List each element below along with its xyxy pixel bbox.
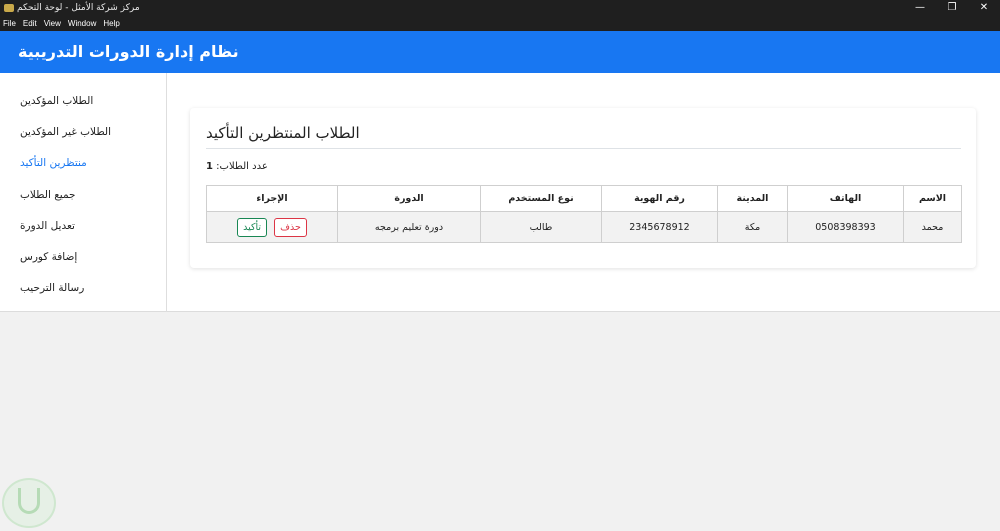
column-header-name: الاسم [903,185,962,212]
menu-bar: File Edit View Window Help [0,16,1000,31]
app-icon [4,4,14,12]
column-header-user-type: نوع المستخدم [480,185,602,212]
column-header-course: الدورة [337,185,481,212]
sidebar-item-add-course[interactable]: إضافة كورس [20,251,77,263]
table-header-row: الإجراء الدورة نوع المستخدم رقم الهوية ا… [206,185,962,212]
sidebar-item-welcome-message[interactable]: رسالة الترحيب [20,282,84,294]
confirm-button[interactable]: تأكيد [237,217,268,237]
minimize-icon[interactable]: — [908,0,932,16]
window-titlebar: مركز شركة الأمثل - لوحة التحكم — ❐ ✕ [0,0,1000,16]
column-header-phone: الهاتف [787,185,904,212]
sidebar-item-confirmed-students[interactable]: الطلاب المؤكدين [20,95,93,107]
cell-id-number: 2345678912 [601,211,718,243]
shield-icon [18,488,40,514]
table-row: تأكيد حذف دورة تعليم برمجه طالب 23456789… [206,211,962,243]
column-header-action: الإجراء [206,185,338,212]
menu-help[interactable]: Help [103,19,119,28]
sidebar-item-unconfirmed-students[interactable]: الطلاب غير المؤكدين [20,126,111,138]
app-header: نظام إدارة الدورات التدريبية [0,31,1000,73]
window-title: مركز شركة الأمثل - لوحة التحكم [17,3,140,13]
sidebar-item-edit-course[interactable]: تعديل الدورة [20,220,75,232]
divider [206,148,961,149]
student-count-label: عدد الطلاب: [216,161,268,172]
student-count-value: 1 [206,161,213,172]
cell-course: دورة تعليم برمجه [337,211,481,243]
sidebar: الطلاب المؤكدين الطلاب غير المؤكدين منتظ… [0,73,167,312]
menu-file[interactable]: File [3,19,16,28]
column-header-city: المدينة [717,185,788,212]
sidebar-item-pending-confirmation[interactable]: منتظرين التأكيد [20,157,87,169]
menu-edit[interactable]: Edit [23,19,37,28]
students-table: الإجراء الدورة نوع المستخدم رقم الهوية ا… [206,185,962,243]
maximize-icon[interactable]: ❐ [940,0,964,16]
cell-phone: 0508398393 [787,211,904,243]
column-header-id-number: رقم الهوية [601,185,718,212]
watermark-logo [2,478,56,528]
content-card: الطلاب المنتظرين التأكيد عدد الطلاب: 1 ا… [190,108,976,268]
close-icon[interactable]: ✕ [972,0,996,16]
main-area: الطلاب المؤكدين الطلاب غير المؤكدين منتظ… [0,73,1000,312]
student-count: عدد الطلاب: 1 [206,161,268,172]
menu-window[interactable]: Window [68,19,96,28]
delete-button[interactable]: حذف [274,217,307,237]
cell-actions: تأكيد حذف [206,211,338,243]
cell-user-type: طالب [480,211,602,243]
cell-name: محمد [903,211,962,243]
menu-view[interactable]: View [44,19,61,28]
page-title: الطلاب المنتظرين التأكيد [206,124,360,142]
app-title: نظام إدارة الدورات التدريبية [18,42,239,61]
sidebar-item-all-students[interactable]: جميع الطلاب [20,189,76,201]
cell-city: مكة [717,211,788,243]
